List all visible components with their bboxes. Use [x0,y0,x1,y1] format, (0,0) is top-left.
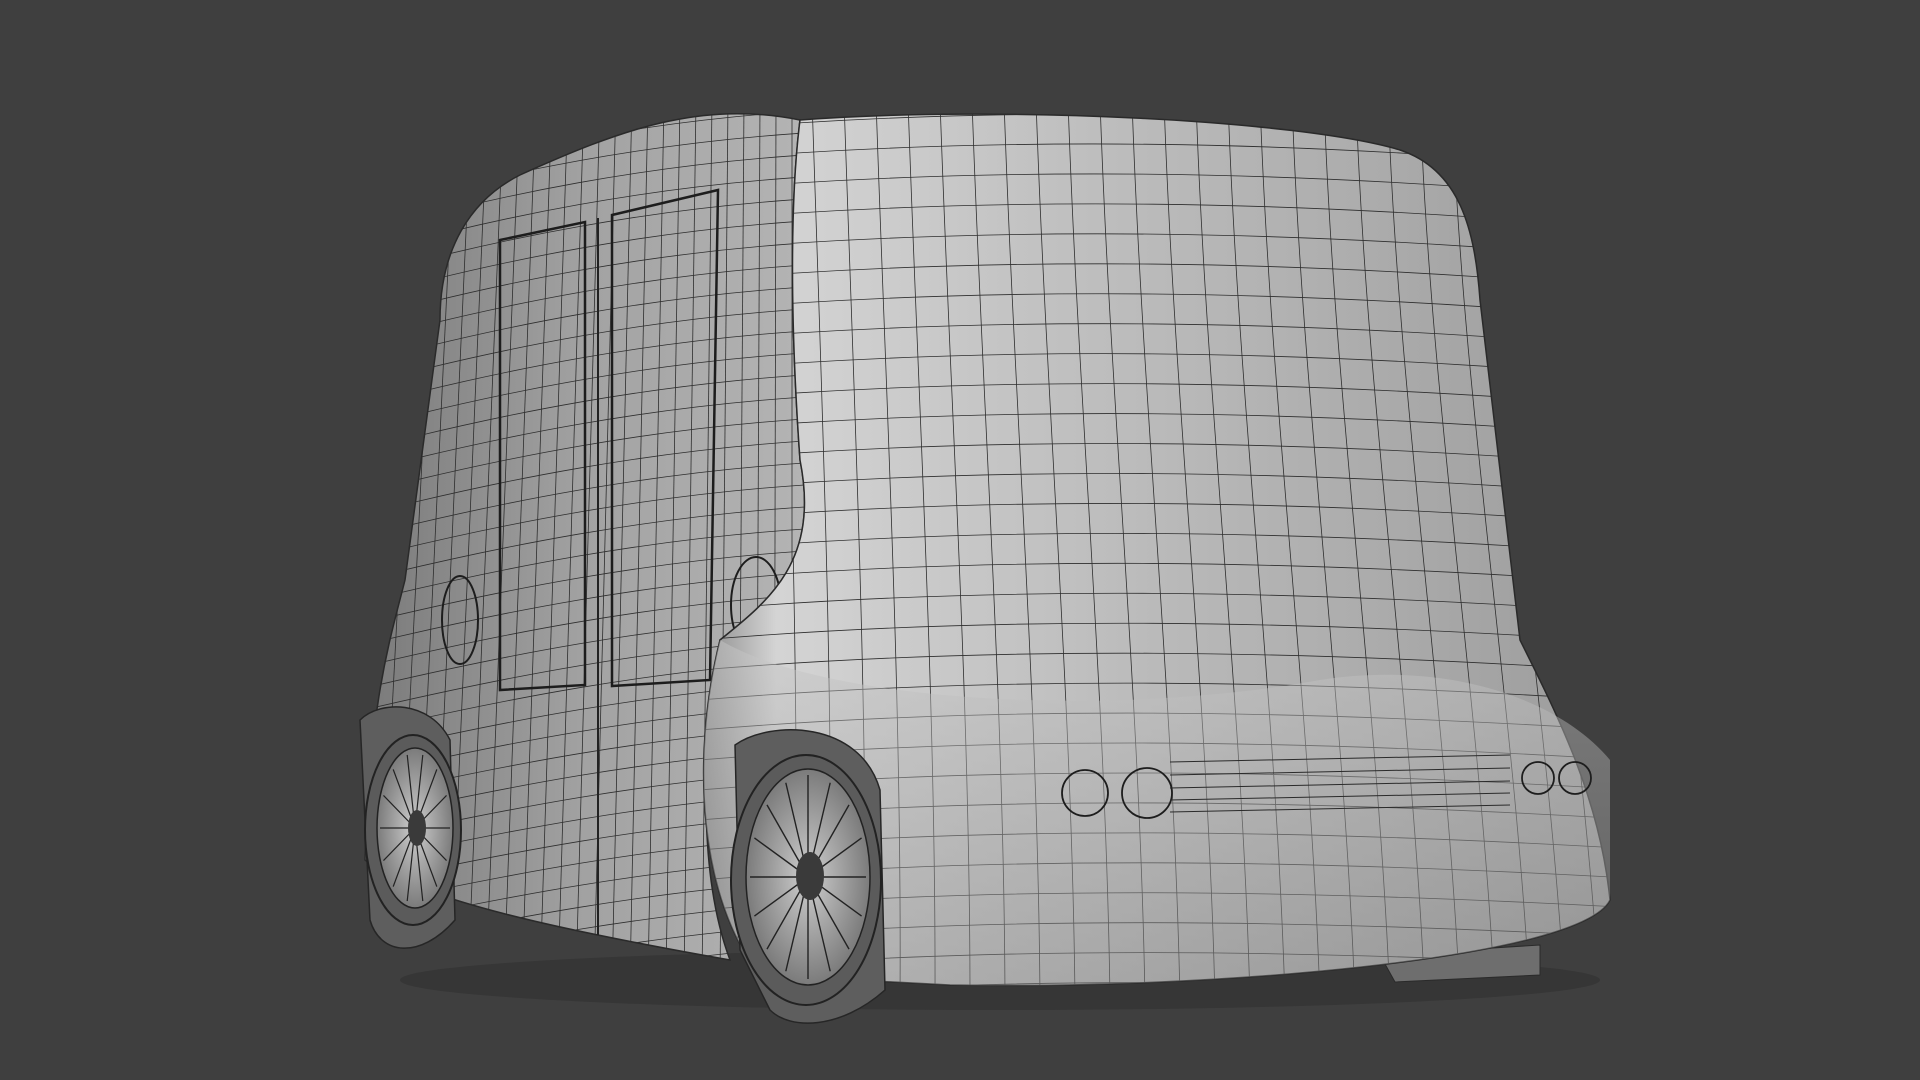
rear-wheel [359,706,462,949]
wireframe-model [359,112,1611,1024]
3d-viewport[interactable] [0,0,1920,1080]
front-wheel [730,729,886,1024]
